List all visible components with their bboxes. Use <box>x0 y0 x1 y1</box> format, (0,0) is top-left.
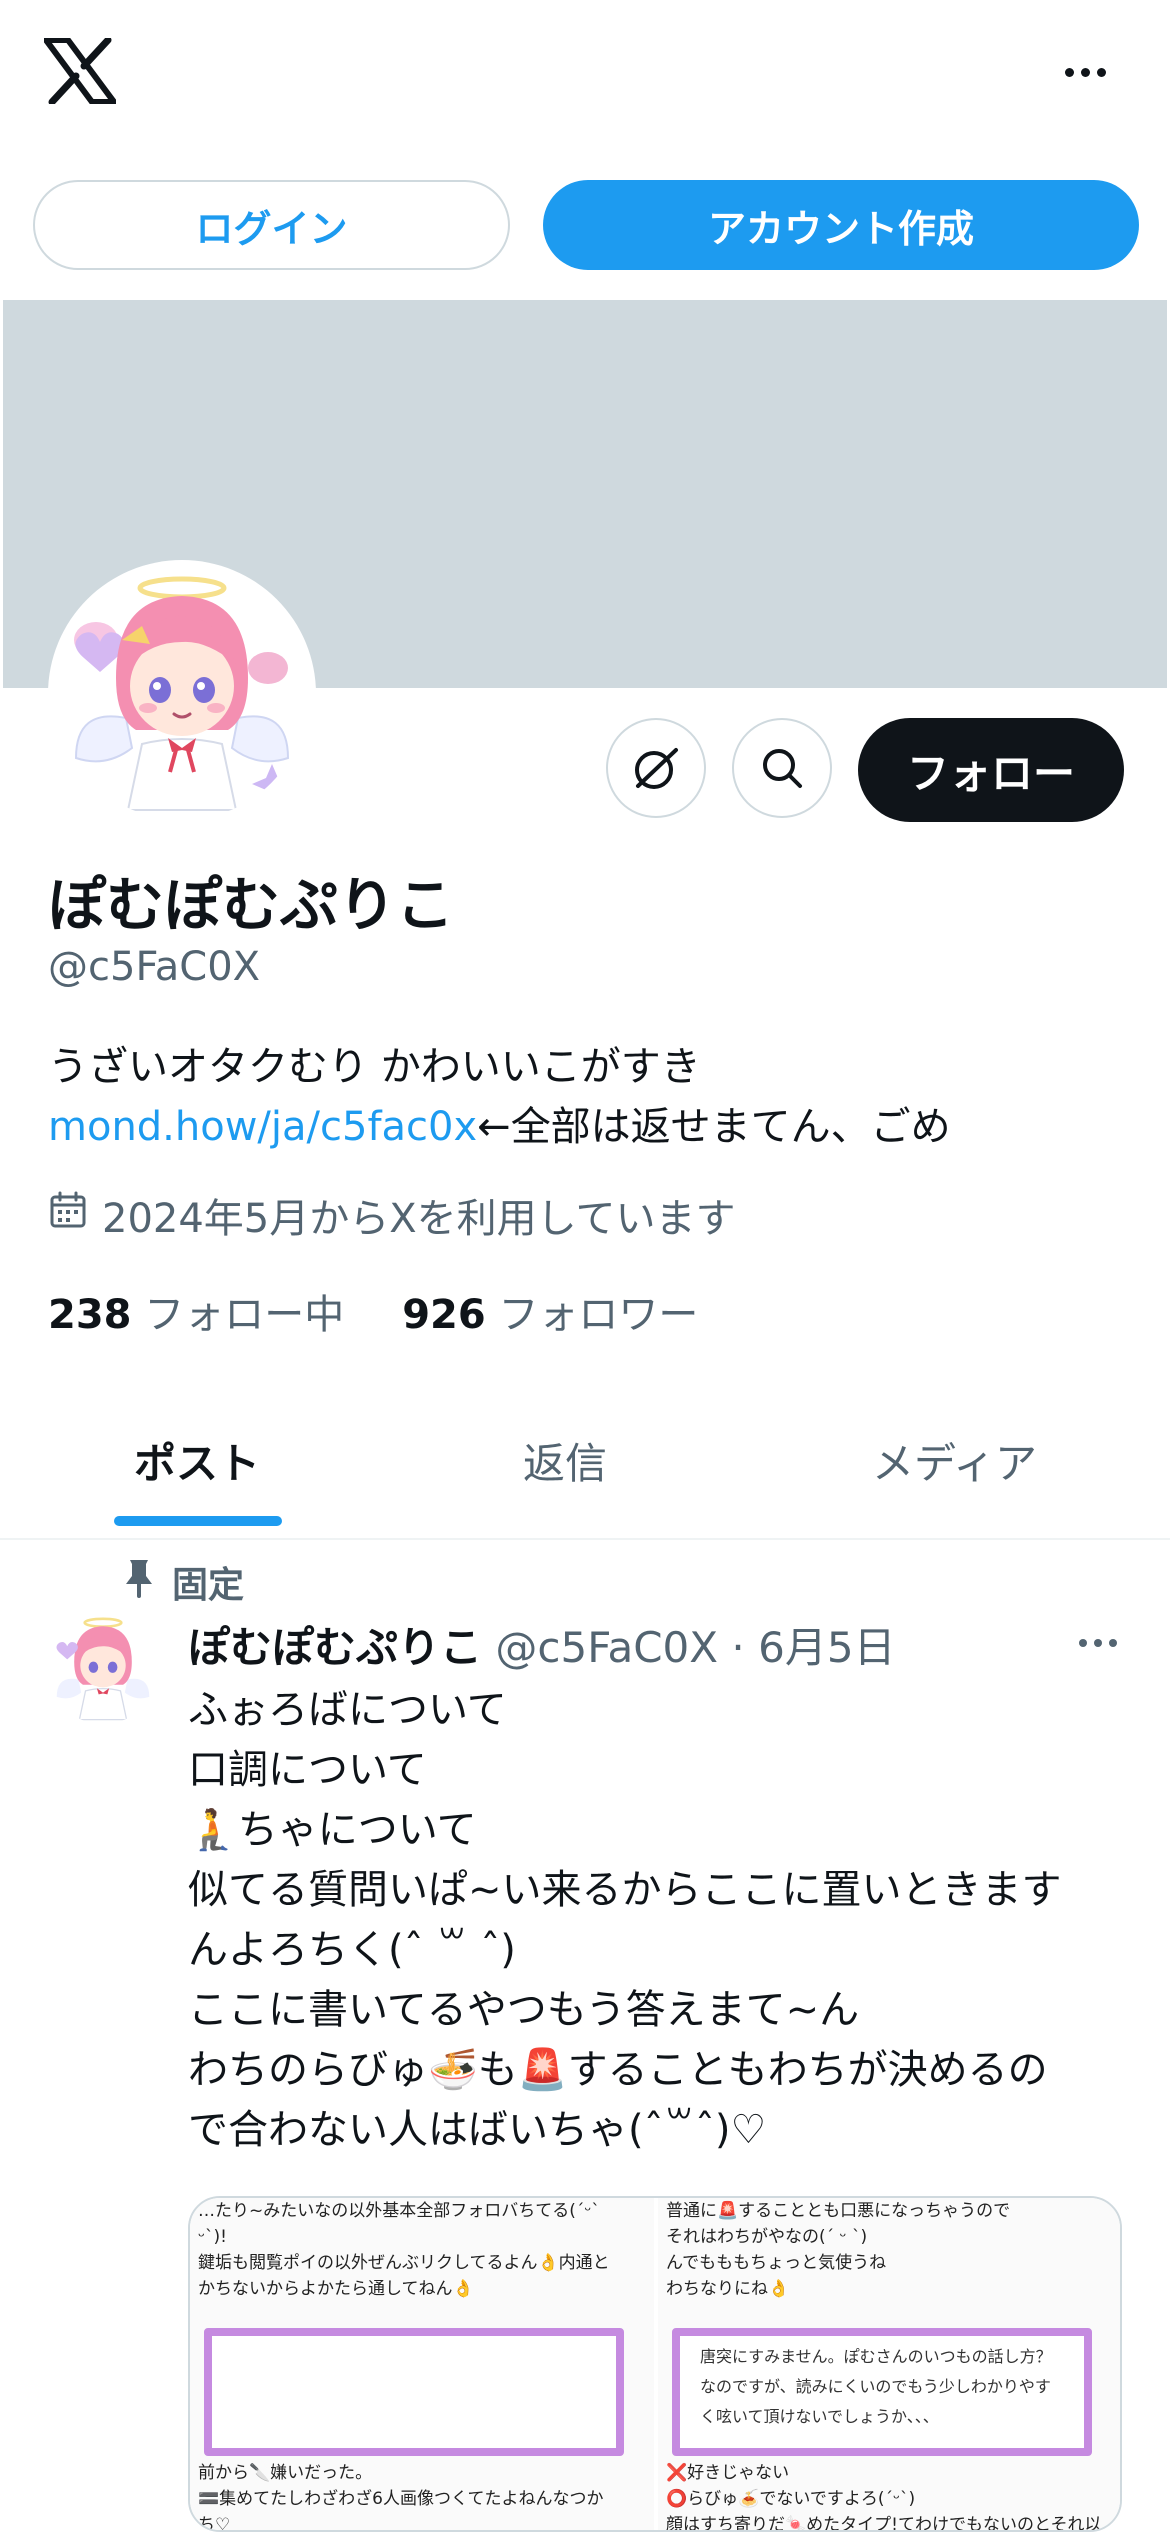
post-text: ふぉろばについて 口調について 🧎ちゃについて 似てる質問いぱ~い来るからここに… <box>188 1680 1138 2160</box>
post-line: 🧎ちゃについて <box>188 1807 477 1853</box>
media-text-line: ち♡ <box>198 2515 231 2532</box>
grok-icon[interactable] <box>606 718 706 818</box>
follow-stats: 238 フォロー中 926 フォロワー <box>48 1282 698 1340</box>
post-more-icon[interactable] <box>1072 1628 1124 1658</box>
media-text-line: んでもももちょっと気使うね <box>666 2253 887 2273</box>
post-header: ぽむぽむぷりこ @c5FaC0X · 6月5日 <box>188 1614 896 1675</box>
post-line: 似てる質問いぱ~い来るからここに置いときます <box>188 1867 1062 1913</box>
media-screenshot-frame <box>204 2328 624 2456</box>
bio-text: ←全部は返せまてん、ごめ <box>477 1104 951 1150</box>
calendar-icon <box>48 1190 88 1240</box>
post-media-image[interactable]: 普通に🚨することとも口悪になっちゃうので それはわちがやなの(ˊ ᵕ ˋ) んで… <box>658 2198 1120 2532</box>
media-text-line: ❌好きじゃない <box>666 2463 790 2483</box>
media-text-line: く呟いて頂けないでしょうか、、、 <box>700 2407 939 2426</box>
profile-display-name: ぽむぽむぷりこ <box>48 871 455 939</box>
bio-line-with-link: mond.how/ja/c5fac0x←全部は返せまてん、ごめ <box>48 1094 951 1152</box>
media-screenshot-frame: 唐突にすみません。ぽむさんのいつもの話し方？ なのですが、読みにくいのでもう少し… <box>672 2328 1092 2456</box>
media-text-line: 鍵垢も閲覧ポイの以外ぜんぶリクしてるよん👌内通と <box>198 2253 610 2273</box>
media-caption: ❌好きじゃない ⭕らびゅ🍝でないですよろ(ˊᵕˋ) 顔はすち寄りだ🍬めたタイプ!… <box>666 2460 1116 2532</box>
post-line: わちのらびゅ🍜も🚨することもわちが決めるの <box>188 2047 1048 2093</box>
post-line: んよろちく(ˆ ꒳ ˆ) <box>188 1927 516 1973</box>
more-horizontal-icon[interactable] <box>1060 52 1110 92</box>
x-logo-icon[interactable] <box>43 36 117 106</box>
following-label: フォロー中 <box>144 1292 345 1338</box>
pinned-indicator: 固定 <box>124 1556 244 1608</box>
avatar[interactable] <box>56 568 308 820</box>
media-text-line: それはわちがやなの(ˊ ᵕ ˋ) <box>666 2227 868 2247</box>
tab-replies[interactable]: 返信 <box>523 1430 607 1491</box>
following-link[interactable]: 238 フォロー中 <box>48 1292 344 1338</box>
post-line: 口調について <box>188 1747 427 1793</box>
tab-media[interactable]: メディア <box>872 1430 1037 1491</box>
profile-handle: @c5FaC0X <box>48 944 261 990</box>
bio-link[interactable]: mond.how/ja/c5fac0x <box>48 1104 477 1150</box>
post-author-avatar[interactable] <box>48 1614 158 1724</box>
top-bar <box>0 0 1170 150</box>
media-text-line: 唐突にすみません。ぽむさんのいつもの話し方？ <box>700 2347 1052 2366</box>
tab-posts[interactable]: ポスト <box>134 1430 260 1491</box>
angel-avatar-illustration <box>56 568 308 820</box>
joined-date: 2024年5月からXを利用しています <box>48 1186 735 1244</box>
media-text-line: ᵕˋ)! <box>198 2227 227 2247</box>
post-author-handle[interactable]: @c5FaC0X <box>495 1623 718 1672</box>
media-inner-text: 唐突にすみません。ぽむさんのいつもの話し方？ なのですが、読みにくいのでもう少し… <box>700 2342 1070 2432</box>
media-text-line: 顔はすち寄りだ🍬めたタイプ!てわけでもないのとそれ以 <box>666 2515 1102 2532</box>
followers-label: フォロワー <box>498 1292 699 1338</box>
media-text-line: ⭕らびゅ🍝でないですよろ(ˊᵕˋ) <box>666 2489 916 2509</box>
media-text-line: なのですが、読みにくいのでもう少しわかりやす <box>700 2377 1051 2396</box>
post-separator: · <box>731 1623 745 1672</box>
post-date[interactable]: 6月5日 <box>758 1623 895 1672</box>
media-text-line: 普通に🚨することとも口悪になっちゃうので <box>666 2201 1011 2221</box>
media-caption: …たり~みたいなの以外基本全部フォロバちてる(ˊᵕˋ ᵕˋ)! 鍵垢も閲覧ポイの… <box>198 2198 648 2302</box>
follow-button[interactable]: フォロー <box>858 718 1124 822</box>
active-tab-indicator <box>114 1516 282 1526</box>
search-icon[interactable] <box>732 718 832 818</box>
post-media-grid[interactable]: …たり~みたいなの以外基本全部フォロバちてる(ˊᵕˋ ᵕˋ)! 鍵垢も閲覧ポイの… <box>188 2196 1122 2532</box>
followers-count: 926 <box>402 1292 486 1338</box>
media-text-line: 🟰集めてたしわざわざ6人画像つくてたよねんなつか <box>198 2489 604 2509</box>
pinned-label: 固定 <box>172 1565 245 1606</box>
create-account-button[interactable]: アカウント作成 <box>543 180 1139 270</box>
post-line: ここに書いてるやつもう答えまて~ん <box>188 1987 860 2033</box>
following-count: 238 <box>48 1292 132 1338</box>
login-button[interactable]: ログイン <box>33 180 510 270</box>
media-text-line: …たり~みたいなの以外基本全部フォロバちてる(ˊᵕˋ <box>198 2201 600 2221</box>
media-text-line: かちないからよかたら通してねん👌 <box>198 2279 474 2299</box>
bio-line: うざいオタクむり かわいいこがすき <box>48 1044 701 1090</box>
media-caption: 普通に🚨することとも口悪になっちゃうので それはわちがやなの(ˊ ᵕ ˋ) んで… <box>666 2198 1116 2302</box>
followers-link[interactable]: 926 フォロワー <box>402 1292 698 1338</box>
media-text-line: 前から🔪嫌いだった。 <box>198 2463 373 2483</box>
joined-text: 2024年5月からXを利用しています <box>102 1196 736 1242</box>
post-author-name[interactable]: ぽむぽむぷりこ <box>188 1623 482 1672</box>
post-media-image[interactable]: …たり~みたいなの以外基本全部フォロバちてる(ˊᵕˋ ᵕˋ)! 鍵垢も閲覧ポイの… <box>190 2198 654 2532</box>
pin-icon <box>124 1558 154 1607</box>
media-caption: 前から🔪嫌いだった。 🟰集めてたしわざわざ6人画像つくてたよねんなつか ち♡ <box>198 2460 648 2532</box>
media-text-line: わちなりにね👌 <box>666 2279 790 2299</box>
post-line: ふぉろばについて <box>188 1687 507 1733</box>
post-line: で合わない人はばいちゃ(ˆ꒳ˆ)♡ <box>188 2107 767 2153</box>
